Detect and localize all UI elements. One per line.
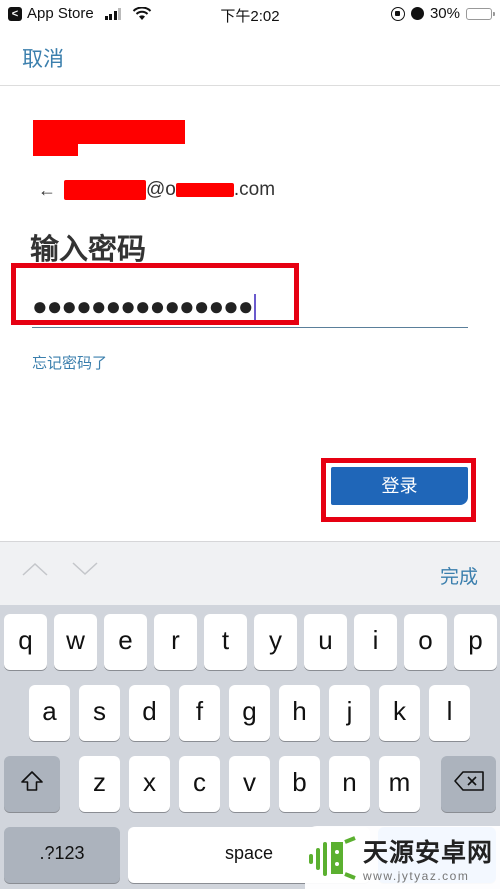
- keyboard-accessory-bar: 完成: [0, 541, 500, 605]
- status-right: 30%: [390, 5, 495, 22]
- password-highlight-box: [11, 263, 299, 325]
- key-o[interactable]: o: [404, 614, 447, 670]
- battery-icon: [466, 7, 495, 20]
- alarm-icon: [410, 7, 424, 20]
- key-m[interactable]: m: [379, 756, 420, 812]
- back-arrow-icon[interactable]: ←: [38, 180, 56, 201]
- shift-key[interactable]: [4, 756, 60, 812]
- key-f[interactable]: f: [179, 685, 220, 741]
- next-field-icon[interactable]: [72, 562, 98, 576]
- redacted-email-user: [64, 180, 146, 200]
- key-i[interactable]: i: [354, 614, 397, 670]
- key-j[interactable]: j: [329, 685, 370, 741]
- key-p[interactable]: p: [454, 614, 497, 670]
- done-button[interactable]: 完成: [440, 562, 478, 589]
- status-bar: < App Store 下午2:02 30%: [0, 0, 500, 30]
- previous-field-icon[interactable]: [22, 562, 48, 576]
- android-logo-icon: [309, 835, 356, 880]
- site-watermark: 天源安卓网 www.jytyaz.com: [305, 826, 500, 889]
- key-v[interactable]: v: [229, 756, 270, 812]
- page-title: 输入密码: [30, 234, 147, 266]
- key-c[interactable]: c: [179, 756, 220, 812]
- key-x[interactable]: x: [129, 756, 170, 812]
- key-s[interactable]: s: [79, 685, 120, 741]
- cancel-button[interactable]: 取消: [22, 43, 64, 73]
- numbers-key[interactable]: .?123: [4, 827, 120, 883]
- key-w[interactable]: w: [54, 614, 97, 670]
- backspace-icon: [453, 771, 484, 791]
- redacted-email-domain: [175, 183, 234, 197]
- battery-percent: 30%: [429, 5, 460, 22]
- account-identity[interactable]: ← @o .com: [38, 179, 275, 201]
- key-n[interactable]: n: [329, 756, 370, 812]
- watermark-url: www.jytyaz.com: [363, 868, 470, 883]
- key-e[interactable]: e: [104, 614, 147, 670]
- delete-key[interactable]: [441, 756, 496, 812]
- rotation-lock-icon: [390, 6, 405, 21]
- email-domain-suffix: .com: [233, 179, 276, 200]
- key-h[interactable]: h: [279, 685, 320, 741]
- key-y[interactable]: y: [254, 614, 297, 670]
- key-g[interactable]: g: [229, 685, 270, 741]
- forgot-password-link[interactable]: 忘记密码了: [32, 352, 107, 373]
- login-button[interactable]: 登录: [331, 467, 468, 505]
- key-q[interactable]: q: [4, 614, 47, 670]
- key-u[interactable]: u: [304, 614, 347, 670]
- key-r[interactable]: r: [154, 614, 197, 670]
- shift-icon: [21, 771, 43, 791]
- key-l[interactable]: l: [429, 685, 470, 741]
- email-domain-prefix: @o: [146, 179, 176, 200]
- key-d[interactable]: d: [129, 685, 170, 741]
- key-b[interactable]: b: [279, 756, 320, 812]
- key-k[interactable]: k: [379, 685, 420, 741]
- redacted-logo-part: [33, 120, 78, 156]
- key-a[interactable]: a: [29, 685, 70, 741]
- key-z[interactable]: z: [79, 756, 120, 812]
- key-t[interactable]: t: [204, 614, 247, 670]
- nav-bar: 取消: [0, 30, 500, 86]
- watermark-title: 天源安卓网: [363, 838, 494, 867]
